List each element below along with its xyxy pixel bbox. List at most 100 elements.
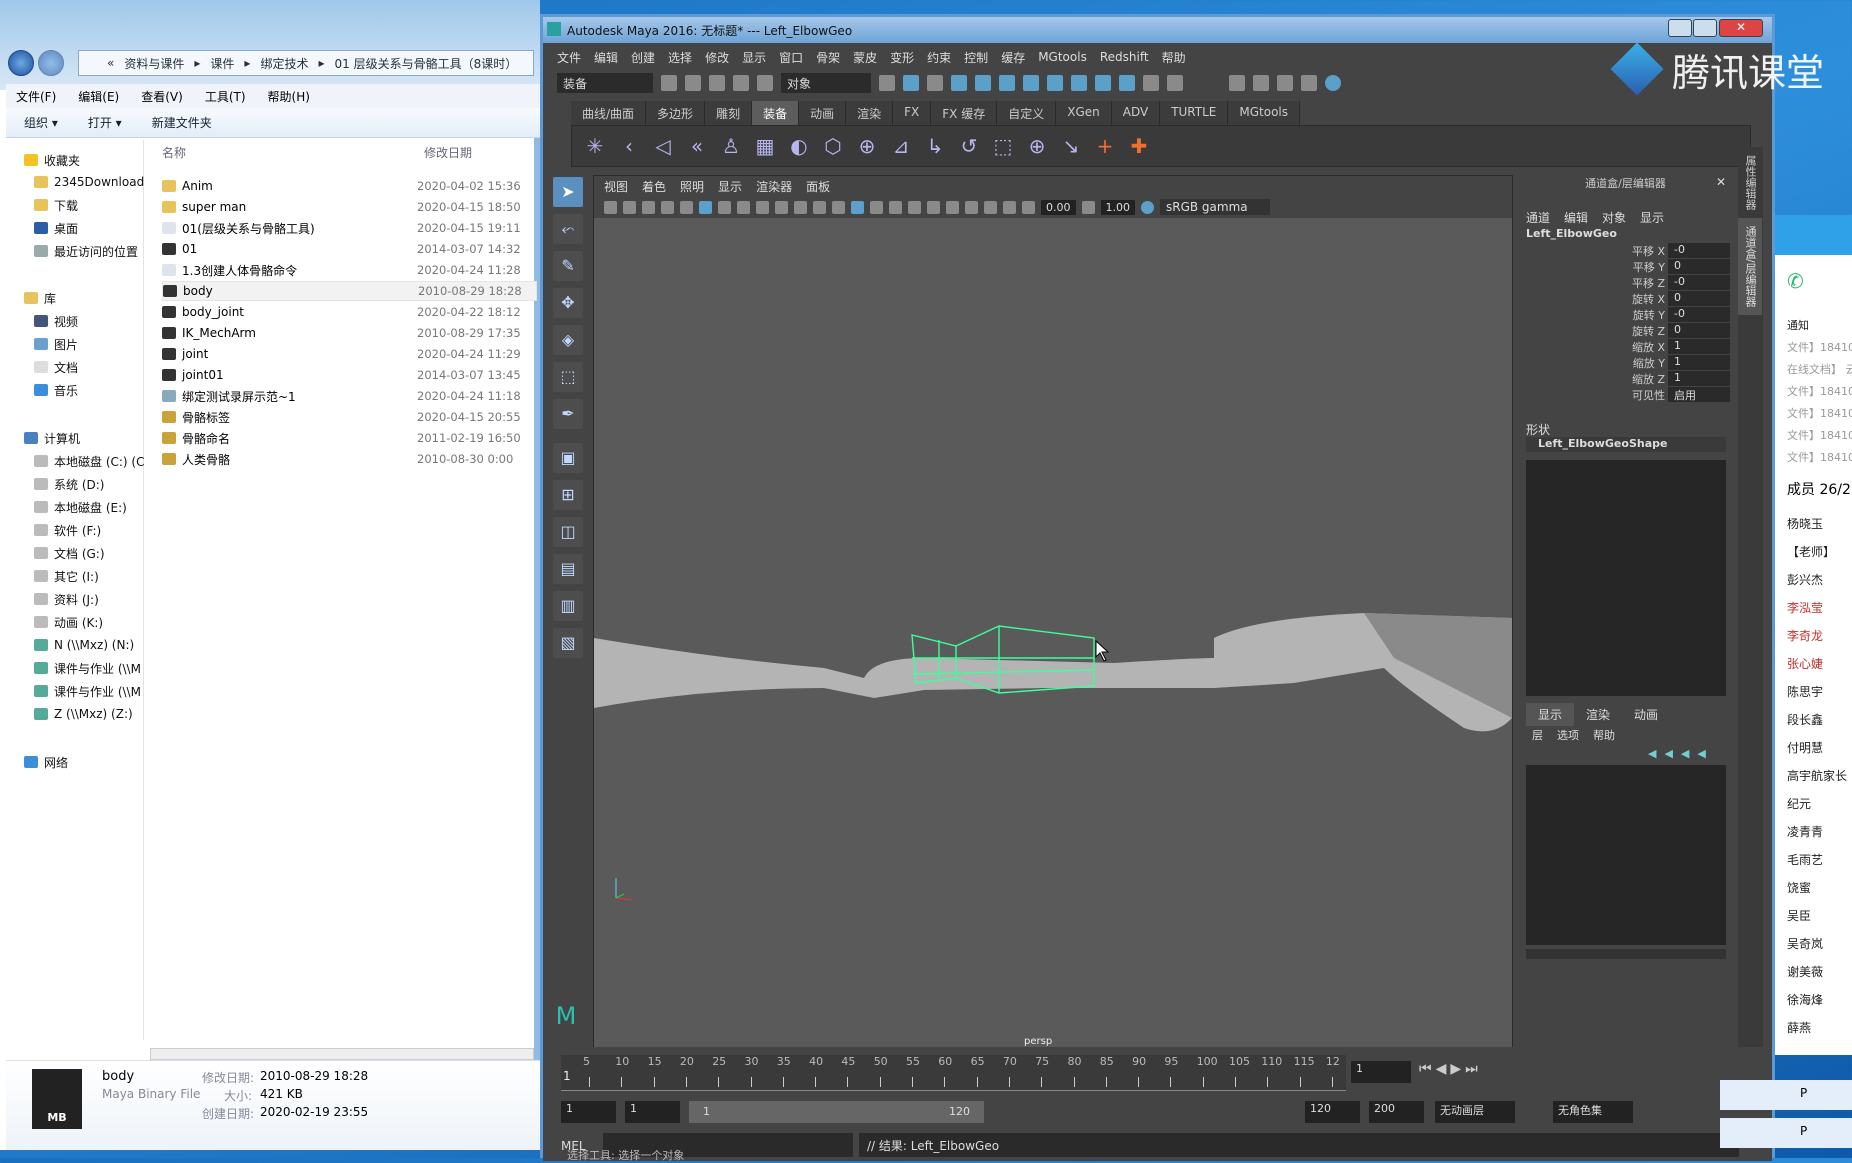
- paint-weights-icon[interactable]: ◐: [788, 134, 810, 158]
- group-notice[interactable]: 在线文档】 云到: [1787, 361, 1852, 377]
- channel-value[interactable]: 1: [1668, 339, 1730, 354]
- field-chart-icon[interactable]: [775, 200, 788, 214]
- member-item[interactable]: 高宇航家长: [1787, 767, 1847, 784]
- sidebar-item[interactable]: 软件 (F:): [6, 520, 144, 540]
- menu-show[interactable]: 显示: [1640, 209, 1664, 226]
- horizontal-scrollbar[interactable]: [150, 1048, 534, 1060]
- address-bar[interactable]: « 资料与课件 ▸ 课件 ▸ 绑定技术 ▸ 01 层级关系与骨骼工具（8课时）: [78, 50, 534, 76]
- playback-controls[interactable]: ⏮◀▶⏭: [1419, 1061, 1482, 1077]
- cluster-icon[interactable]: ⊕: [856, 134, 878, 158]
- sidebar-item[interactable]: 资料 (J:): [6, 589, 144, 609]
- channel-value[interactable]: 1: [1668, 371, 1730, 386]
- menu-set-dropdown[interactable]: 装备: [557, 73, 653, 93]
- forward-button[interactable]: [38, 50, 64, 76]
- file-row[interactable]: Anim 2020-04-02 15:36: [162, 176, 537, 196]
- close-panel-icon[interactable]: ✕: [1716, 175, 1726, 189]
- single-pane-layout-icon[interactable]: ▣: [553, 443, 583, 473]
- orient-constraint-icon[interactable]: ↺: [958, 134, 980, 158]
- color-management-icon[interactable]: [1141, 200, 1154, 214]
- menu-options[interactable]: 选项: [1557, 727, 1579, 743]
- sidebar-item[interactable]: 文档 (G:): [6, 543, 144, 563]
- ik-handle-icon[interactable]: ◁: [652, 134, 674, 158]
- member-item[interactable]: 薛燕: [1787, 1019, 1811, 1036]
- persp-layout-icon[interactable]: ▧: [553, 628, 583, 658]
- taskbar-item[interactable]: P: [1720, 1118, 1852, 1148]
- resolution-gate-icon[interactable]: [737, 200, 750, 214]
- menu-edit[interactable]: 编辑: [1564, 209, 1588, 226]
- panel-menu-item[interactable]: 照明: [680, 178, 704, 195]
- shelf-tab[interactable]: 动画: [799, 101, 847, 125]
- shelf-tab[interactable]: 多边形: [646, 101, 706, 125]
- maya-home-icon[interactable]: M: [549, 1002, 583, 1032]
- hud-icon[interactable]: [1003, 200, 1016, 214]
- maya-menu-item[interactable]: 帮助: [1162, 49, 1186, 66]
- panel-menu-item[interactable]: 着色: [642, 178, 666, 195]
- menu-tools[interactable]: 工具(T): [205, 88, 246, 105]
- open-button[interactable]: 打开 ▾: [88, 114, 122, 131]
- tab-render[interactable]: 渲染: [1574, 703, 1622, 726]
- open-scene-icon[interactable]: [685, 75, 701, 91]
- maya-menu-item[interactable]: 变形: [890, 49, 914, 66]
- channel-row[interactable]: 旋转 Y -0: [1518, 307, 1733, 323]
- xray-icon[interactable]: [946, 200, 959, 214]
- textured-icon[interactable]: [870, 200, 883, 214]
- help-icon[interactable]: [1119, 75, 1135, 91]
- shadows-icon[interactable]: [908, 200, 921, 214]
- select-hierarchy-icon[interactable]: [879, 75, 895, 91]
- sidebar-item[interactable]: 文档: [6, 357, 144, 377]
- film-gate-icon[interactable]: [718, 200, 731, 214]
- channel-row[interactable]: 旋转 X0: [1518, 291, 1733, 307]
- parent-constraint-icon[interactable]: ⊕: [1026, 134, 1048, 158]
- humanik-icon[interactable]: ♙: [720, 134, 742, 158]
- channel-row[interactable]: 旋转 Z0: [1518, 323, 1733, 339]
- lights-icon[interactable]: [889, 200, 902, 214]
- camera-icon[interactable]: [604, 200, 617, 214]
- file-row[interactable]: 绑定测试录屏示范~1 2020-04-24 11:18: [162, 386, 537, 406]
- maya-menu-item[interactable]: 缓存: [1001, 49, 1025, 66]
- outliner-layout-icon[interactable]: ▤: [553, 554, 583, 584]
- gamma-icon[interactable]: [1081, 200, 1095, 214]
- select-object-icon[interactable]: [903, 75, 919, 91]
- file-row[interactable]: 人类骨骼 2010-08-30 0:00: [162, 449, 537, 469]
- member-item[interactable]: 李泓莹: [1787, 599, 1823, 616]
- group-notice[interactable]: 文件】1841020: [1787, 383, 1852, 399]
- file-row[interactable]: 01(层级关系与骨骼工具) 2020-04-15 19:11: [162, 218, 537, 238]
- channel-row[interactable]: 平移 Y0: [1518, 259, 1733, 275]
- channel-row[interactable]: 平移 X -0: [1518, 243, 1733, 259]
- maya-menu-item[interactable]: 骨架: [816, 49, 840, 66]
- start-time-field[interactable]: 1: [561, 1101, 616, 1123]
- paint-select-icon[interactable]: ✎: [553, 251, 583, 281]
- shelf-tab[interactable]: TURTLE: [1160, 101, 1229, 125]
- image-plane-icon[interactable]: [661, 200, 674, 214]
- member-item[interactable]: 杨晓玉: [1787, 515, 1823, 532]
- member-item[interactable]: 徐海烽: [1787, 991, 1823, 1008]
- ambient-occlusion-icon[interactable]: [927, 200, 940, 214]
- sidebar-item[interactable]: 桌面: [6, 218, 144, 238]
- lasso-tool-icon[interactable]: ⬿: [553, 214, 583, 244]
- shelf-tab[interactable]: FX 缓存: [931, 101, 998, 125]
- organize-button[interactable]: 组织 ▾: [24, 114, 58, 131]
- channel-value[interactable]: -0: [1668, 275, 1730, 290]
- bookmark-icon[interactable]: [642, 200, 655, 214]
- breadcrumb-part[interactable]: 01 层级关系与骨骼工具（8课时）: [334, 55, 517, 72]
- shelf-tab[interactable]: 自定义: [997, 101, 1057, 125]
- taskbar-item[interactable]: P: [1720, 1080, 1852, 1110]
- member-item[interactable]: 纪元: [1787, 795, 1811, 812]
- sidebar-item[interactable]: 2345Downloads: [6, 172, 144, 192]
- four-pane-layout-icon[interactable]: ⊞: [553, 480, 583, 510]
- sidebar-item[interactable]: 下载: [6, 195, 144, 215]
- panel-menu-item[interactable]: 视图: [604, 178, 628, 195]
- channel-value[interactable]: -0: [1668, 243, 1730, 258]
- member-item[interactable]: 付明慧: [1787, 739, 1823, 756]
- sidebar-item[interactable]: 音乐: [6, 380, 144, 400]
- maya-menu-item[interactable]: 控制: [964, 49, 988, 66]
- column-header-name[interactable]: 名称: [162, 144, 186, 161]
- range-slider[interactable]: 1 120: [689, 1101, 984, 1123]
- arm-mesh[interactable]: [594, 613, 1512, 732]
- group-notice[interactable]: 文件】1841020: [1787, 339, 1852, 355]
- gate-mask-icon[interactable]: [756, 200, 769, 214]
- channel-row[interactable]: 可见性 启用: [1518, 387, 1733, 403]
- pole-vector-icon[interactable]: ↘: [1060, 134, 1082, 158]
- member-item[interactable]: 吴奇岚: [1787, 935, 1823, 952]
- shelf-tab[interactable]: ADV: [1111, 101, 1161, 125]
